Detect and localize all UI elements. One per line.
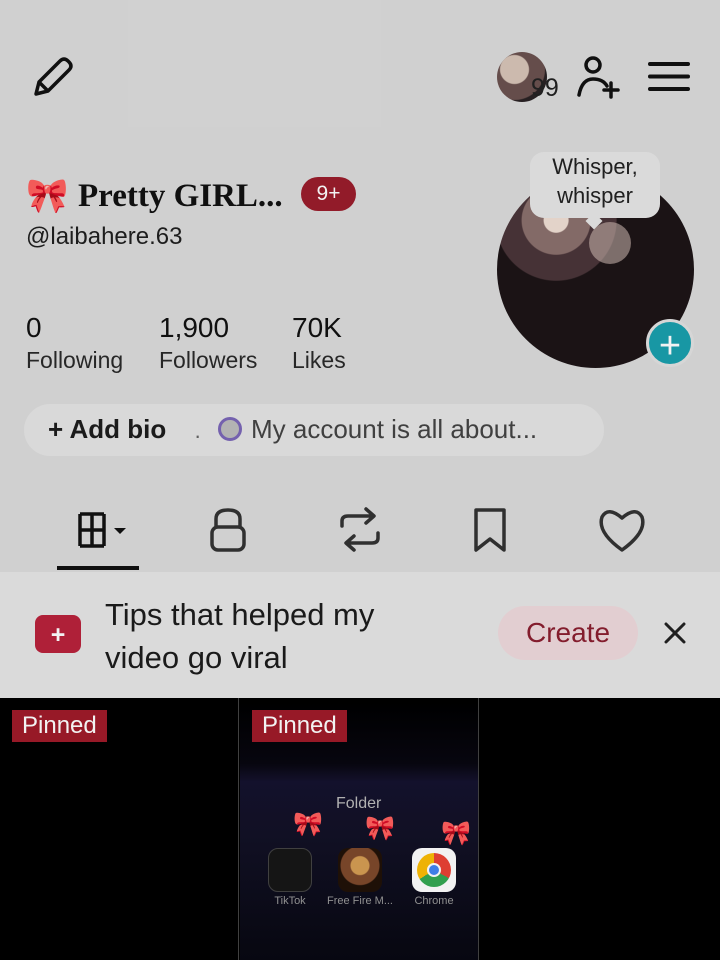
add-bio-label: Add bio xyxy=(69,414,167,444)
videos-grid-icon[interactable] xyxy=(68,502,128,557)
display-name: Pretty GIRL... xyxy=(78,178,283,214)
bow-emoji: 🎀 xyxy=(26,177,69,215)
profile-tabs xyxy=(0,490,720,572)
tips-text: Tips that helped my video go viral xyxy=(105,593,485,679)
lock-icon[interactable] xyxy=(198,502,258,557)
app-label-free-fire: Free Fire M... xyxy=(326,895,393,907)
heart-icon[interactable] xyxy=(592,502,652,557)
username: @laibahere.63 xyxy=(26,223,183,250)
video-grid: Pinned Pinned Folder 🎀 🎀 🎀 TikTok Free F… xyxy=(0,698,720,960)
app-label-chrome: Chrome xyxy=(414,895,454,907)
avatar-notification-count: 99 xyxy=(531,74,559,102)
followers-stat[interactable]: 1,900 Followers xyxy=(159,311,257,375)
following-stat[interactable]: 0 Following xyxy=(26,311,123,375)
bow-decoration-icon: 🎀 xyxy=(293,811,323,838)
video-thumbnail-1[interactable]: Pinned xyxy=(0,698,239,960)
create-button[interactable]: Create xyxy=(498,606,638,660)
close-icon[interactable] xyxy=(662,620,688,646)
add-user-icon[interactable] xyxy=(575,55,625,100)
profile-name-row: 🎀 Pretty GIRL... 9+ xyxy=(26,176,496,218)
profile-screen: 99 🎀 Pretty GIRL... 9+ @laibahere.63 0 F… xyxy=(0,0,720,960)
profile-stats: 0 Following 1,900 Followers 70K Likes xyxy=(26,311,386,381)
pinned-label: Pinned xyxy=(252,710,347,742)
video-thumbnail-3[interactable] xyxy=(481,698,720,960)
likes-stat[interactable]: 70K Likes xyxy=(292,311,346,375)
create-gift-icon: + xyxy=(35,615,81,653)
whisper-line-2: whisper xyxy=(557,183,633,208)
add-story-button[interactable]: + xyxy=(646,319,694,367)
video-thumbnail-2[interactable]: Pinned Folder 🎀 🎀 🎀 TikTok Free Fire M..… xyxy=(240,698,479,960)
followers-count: 1,900 xyxy=(159,312,230,343)
chrome-logo-icon xyxy=(417,853,451,887)
bow-decoration-icon: 🎀 xyxy=(441,820,471,847)
repost-icon[interactable] xyxy=(330,502,390,557)
following-label: Following xyxy=(26,347,124,373)
bio-separator: · xyxy=(194,423,202,448)
chrome-app-icon xyxy=(412,848,456,892)
following-count: 0 xyxy=(26,312,42,343)
followers-label: Followers xyxy=(159,347,258,373)
whisper-line-1: Whisper, xyxy=(552,154,638,179)
bow-decoration-icon: 🎀 xyxy=(365,815,395,842)
add-bio-link[interactable]: + Add bio xyxy=(48,414,166,445)
likes-label: Likes xyxy=(292,347,346,373)
likes-count: 70K xyxy=(292,312,342,343)
free-fire-app-icon xyxy=(338,848,382,892)
edit-pencil-icon[interactable] xyxy=(28,52,78,102)
bio-pill[interactable]: + Add bio · My account is all about... xyxy=(24,404,604,456)
menu-icon[interactable] xyxy=(648,60,690,93)
loading-icon xyxy=(218,417,242,441)
whisper-bubble[interactable]: Whisper, whisper xyxy=(530,152,660,218)
tiktok-app-icon xyxy=(268,848,312,892)
tips-line-1: Tips that helped my xyxy=(105,597,375,632)
bio-about-text: My account is all about... xyxy=(251,414,538,444)
app-label-tiktok: TikTok xyxy=(274,895,306,907)
tips-line-2: video go viral xyxy=(105,640,288,675)
bookmark-icon[interactable] xyxy=(460,502,520,557)
notification-badge: 9+ xyxy=(301,177,356,211)
active-tab-indicator xyxy=(57,566,139,570)
folder-label: Folder xyxy=(336,795,382,812)
pinned-label: Pinned xyxy=(12,710,107,742)
